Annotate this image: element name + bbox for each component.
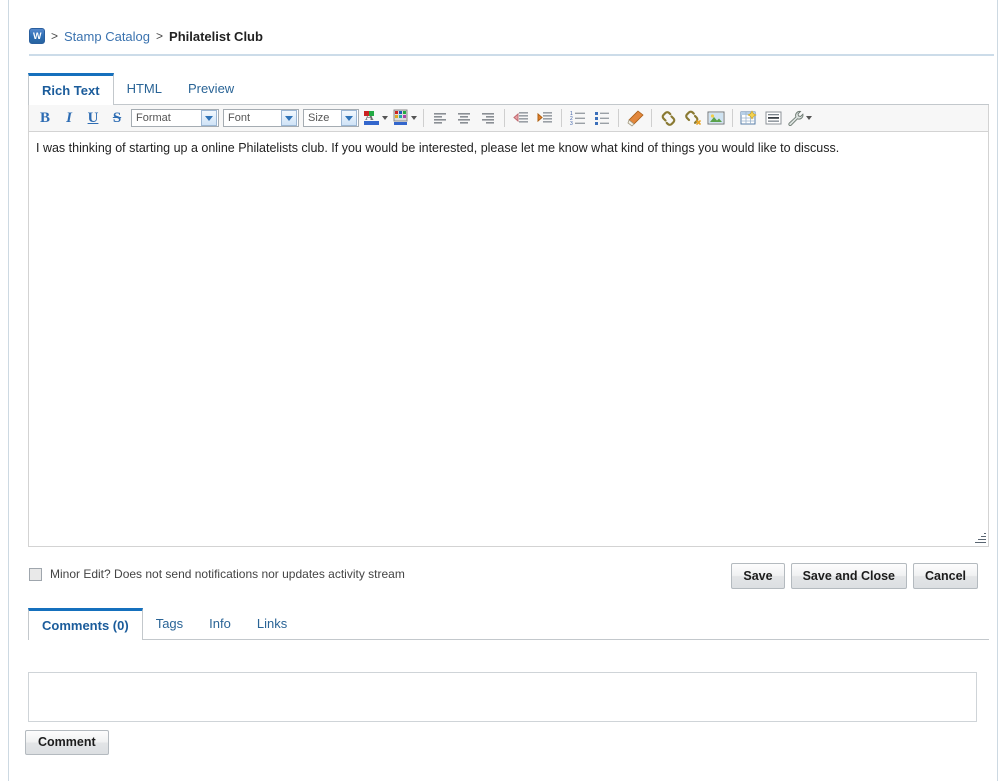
size-select-label: Size [308, 112, 330, 124]
align-right-icon [482, 113, 494, 124]
tab-rich-text[interactable]: Rich Text [28, 73, 114, 105]
bold-button[interactable]: B [34, 108, 56, 129]
tab-info[interactable]: Info [196, 608, 244, 639]
format-select-label: Format [136, 112, 171, 124]
cancel-button[interactable]: Cancel [913, 563, 978, 589]
chevron-down-icon [382, 116, 388, 120]
align-left-icon [434, 113, 446, 124]
indent-button[interactable] [534, 108, 556, 129]
insert-table-icon [740, 110, 757, 125]
strikethrough-button[interactable]: S [106, 108, 128, 129]
save-button[interactable]: Save [731, 563, 785, 589]
minor-edit-row: Minor Edit? Does not send notifications … [29, 563, 405, 585]
indent-icon [537, 112, 552, 123]
wiki-w-icon: W [29, 28, 45, 44]
tab-comments[interactable]: Comments (0) [28, 608, 143, 640]
align-center-button[interactable] [453, 108, 475, 129]
breadcrumb-link-stamp-catalog[interactable]: Stamp Catalog [64, 29, 150, 44]
tab-preview[interactable]: Preview [174, 73, 248, 104]
svg-text:3: 3 [570, 121, 573, 126]
breadcrumb-separator-1: > [51, 29, 59, 43]
chevron-down-icon [341, 110, 357, 126]
tab-html[interactable]: HTML [113, 73, 175, 104]
comment-submit-button[interactable]: Comment [25, 730, 109, 755]
insert-image-icon [707, 111, 725, 125]
toolbar-divider [423, 109, 424, 127]
underline-button[interactable]: U [82, 108, 104, 129]
rich-text-editor[interactable]: I was thinking of starting up a online P… [28, 132, 989, 547]
chevron-down-icon [201, 110, 217, 126]
breadcrumb-current-page: Philatelist Club [169, 28, 263, 44]
save-and-close-button[interactable]: Save and Close [790, 563, 907, 589]
align-center-icon [458, 113, 470, 124]
insert-link-button[interactable] [657, 108, 679, 129]
tools-button[interactable] [785, 108, 814, 129]
numbered-list-button[interactable]: 1 2 3 [567, 108, 589, 129]
breadcrumb-separator-2: > [156, 29, 164, 43]
minor-edit-checkbox[interactable] [29, 567, 42, 581]
editor-tabstrip: Rich Text HTML Preview [28, 73, 989, 105]
insert-link-icon [661, 110, 675, 126]
chevron-down-icon [281, 110, 297, 126]
text-color-icon: A [364, 109, 379, 125]
tab-tags[interactable]: Tags [142, 608, 197, 639]
text-color-button[interactable]: A [361, 108, 390, 129]
unlink-button[interactable] [681, 108, 703, 129]
bulleted-list-icon [595, 112, 609, 125]
insert-image-button[interactable] [705, 108, 727, 129]
align-left-button[interactable] [429, 108, 451, 129]
editor-action-buttons: Save Save and Close Cancel [731, 563, 978, 589]
toolbar-divider [618, 109, 619, 127]
unlink-icon [684, 110, 701, 125]
format-select[interactable]: Format [131, 109, 219, 127]
font-select-label: Font [228, 112, 251, 124]
content-tabstrip: Comments (0) Tags Info Links [28, 608, 989, 640]
size-select[interactable]: Size [303, 109, 359, 127]
toolbar-divider [732, 109, 733, 127]
horizontal-rule-button[interactable] [762, 108, 784, 129]
toolbar-divider [651, 109, 652, 127]
remove-format-icon [627, 109, 644, 127]
font-select[interactable]: Font [223, 109, 299, 127]
background-color-button[interactable] [390, 108, 419, 129]
editor-content[interactable]: I was thinking of starting up a online P… [36, 140, 981, 156]
outdent-button[interactable] [510, 108, 532, 129]
background-color-icon [393, 109, 408, 125]
editor-toolbar: B I U S Format Font Size A [28, 105, 989, 132]
minor-edit-label: Minor Edit? Does not send notifications … [50, 567, 405, 581]
chevron-down-icon [806, 116, 812, 120]
outdent-icon [513, 112, 528, 123]
comment-input[interactable] [28, 672, 977, 722]
align-right-button[interactable] [477, 108, 499, 129]
toolbar-divider [561, 109, 562, 127]
tools-wrench-icon [788, 110, 804, 126]
remove-format-button[interactable] [624, 108, 646, 129]
breadcrumb: W > Stamp Catalog > Philatelist Club [29, 26, 263, 46]
horizontal-rule-icon [765, 111, 781, 125]
chevron-down-icon [411, 116, 417, 120]
bold-icon: B [39, 109, 50, 126]
bulleted-list-button[interactable] [591, 108, 613, 129]
italic-button[interactable]: I [58, 108, 80, 129]
underline-icon: U [87, 109, 99, 126]
page-frame: W > Stamp Catalog > Philatelist Club Ric… [8, 0, 998, 781]
tab-links[interactable]: Links [243, 608, 301, 639]
insert-table-button[interactable] [738, 108, 760, 129]
italic-icon: I [66, 109, 72, 126]
numbered-list-icon: 1 2 3 [570, 111, 585, 126]
editor-resize-handle[interactable] [973, 531, 986, 544]
toolbar-divider [504, 109, 505, 127]
breadcrumb-divider [29, 54, 994, 56]
strikethrough-icon: S [112, 109, 122, 126]
